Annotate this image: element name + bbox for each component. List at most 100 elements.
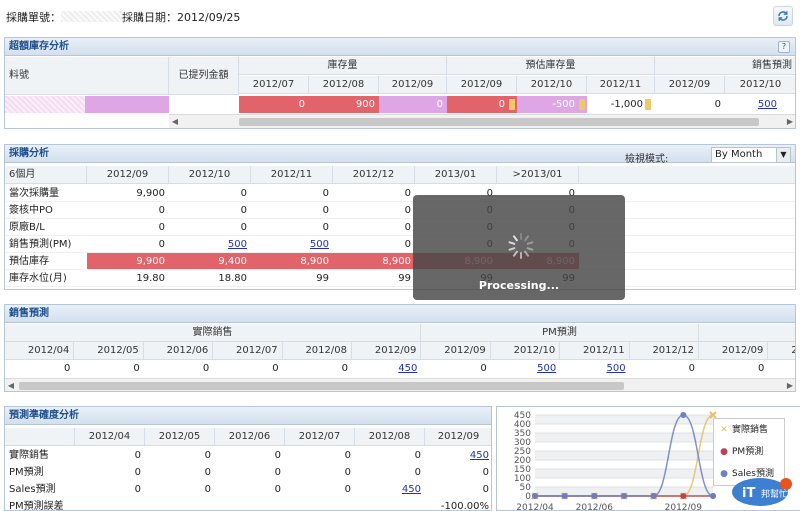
listed-amount-cell [169, 96, 239, 113]
sales-values: 000004500500500000 [5, 360, 795, 378]
overstock-hscrollbar[interactable]: ◀ ▶ [169, 114, 795, 128]
col-month: 2012/10 [768, 342, 795, 360]
value-cell: 9,900 [87, 253, 169, 270]
col-month: 2012/10 [490, 342, 561, 360]
forecast-link[interactable]: 500 [251, 236, 333, 253]
value-cell [355, 498, 425, 510]
x-tick-label: 2012/06 [576, 503, 614, 511]
col-forecast-month: 2012/10 [517, 76, 587, 94]
col-month: 2012/09 [699, 342, 769, 360]
row-label: 當次採購量 [9, 188, 59, 199]
value-cell: 99 [316, 273, 329, 284]
sales-title: 銷售預測 [5, 305, 795, 323]
value-cell: 0 [274, 467, 281, 478]
col-month: 2012/04 [75, 428, 145, 446]
spinner-blade [526, 241, 534, 246]
refresh-icon [778, 11, 788, 21]
group-actual-sales: 實際銷售 [5, 324, 421, 342]
value-cell: 0 [482, 467, 489, 478]
col-stock-month: 2012/09 [379, 76, 447, 94]
value-cell: 0 [482, 484, 489, 495]
forecast-stock-cell: -500 [517, 96, 587, 113]
value-cell: 0 [240, 222, 247, 233]
scroll-thumb[interactable] [239, 118, 759, 126]
value-cell: 0 [272, 363, 279, 374]
svg-text:iT: iT [742, 486, 755, 501]
group-forecast-stock: 預估庫存量 [447, 57, 655, 75]
po-number-masked [61, 11, 123, 22]
group-pm-forecast: PM預測 [421, 324, 699, 342]
col-month: 2012/11 [251, 166, 333, 184]
part-highlight-cell [85, 96, 169, 113]
col-month: 2012/05 [145, 428, 215, 446]
forecast-stock-value: 0 [498, 99, 505, 110]
value-cell: 0 [768, 360, 795, 377]
col-month: 2012/06 [215, 428, 285, 446]
col-month: 2012/11 [560, 342, 630, 360]
help-icon[interactable]: ? [778, 41, 790, 53]
scroll-right-icon[interactable]: ▶ [784, 379, 795, 391]
dot-marker-icon: ● [720, 447, 728, 457]
col-month: 2012/06 [143, 342, 214, 360]
col-month: >2013/01 [497, 166, 579, 184]
sales-link[interactable]: 500 [560, 360, 629, 377]
purchase-rows: 當次採購量9,90000000簽核中PO000000原廠B/L000000銷售預… [5, 185, 795, 289]
col-month: 2012/07 [213, 342, 283, 360]
warning-flag-icon [579, 99, 585, 110]
accuracy-title: 預測準確度分析 [5, 407, 491, 425]
accuracy-link[interactable]: 450 [355, 481, 425, 498]
sales-link[interactable]: 450 [352, 360, 421, 377]
value-cell: 0 [414, 450, 421, 461]
row-label: PM預測 [9, 467, 44, 478]
forecast-stock-value: -500 [552, 99, 575, 110]
value-cell: 0 [688, 363, 695, 374]
refresh-button[interactable] [773, 6, 793, 26]
value-cell: 0 [414, 467, 421, 478]
col-stock-month: 2012/07 [239, 76, 309, 94]
overstock-panel: 超額庫存分析 ? 料號 已提列金額 庫存量 預估庫存量 銷售預測 2012/07… [4, 37, 796, 129]
data-point [532, 493, 538, 499]
scroll-left-icon[interactable]: ◀ [5, 379, 17, 391]
value-cell: 99 [398, 273, 411, 284]
chevron-down-icon[interactable]: ▼ [776, 148, 790, 162]
accuracy-panel: 預測準確度分析 2012/04 2012/05 2012/06 2012/07 … [4, 406, 492, 511]
data-point [591, 493, 598, 499]
sales-hscrollbar[interactable]: ◀ ▶ [5, 378, 795, 391]
dot-marker-icon: ● [720, 469, 728, 479]
forecast-link[interactable]: 500 [169, 236, 251, 253]
accuracy-link[interactable]: 450 [425, 447, 491, 464]
col-month: 2012/09 [352, 342, 422, 360]
scroll-right-icon[interactable]: ▶ [784, 115, 795, 128]
po-date-label: 採購日期： [122, 11, 177, 24]
value-cell: 0 [134, 484, 141, 495]
col-month: 2012/08 [282, 342, 352, 360]
group-sales-forecast: 銷售預測 [655, 57, 795, 75]
col-6-months: 6個月 [5, 166, 87, 184]
spinner-blade [508, 241, 516, 246]
x-tick-label: 2012/04 [516, 503, 554, 511]
spinner-blade [523, 234, 530, 242]
scroll-left-icon[interactable]: ◀ [169, 115, 181, 128]
scroll-thumb[interactable] [19, 382, 624, 390]
col-month: 2012/12 [629, 342, 699, 360]
grid-band [535, 469, 713, 478]
stock-cell: 900 [309, 96, 379, 113]
sales-forecast-link[interactable]: 500 [725, 96, 781, 113]
warning-flag-icon [645, 99, 651, 110]
value-cell: 0 [133, 363, 140, 374]
data-point [680, 412, 687, 418]
group-stock: 庫存量 [239, 57, 447, 75]
spinner-blade [512, 250, 519, 258]
spinner-blade [520, 252, 522, 259]
sales-link[interactable]: 500 [491, 360, 560, 377]
value-cell: 0 [344, 450, 351, 461]
value-cell: 9,900 [136, 188, 165, 199]
value-cell: 0 [274, 450, 281, 461]
view-mode-select[interactable]: By Month ▼ [711, 147, 791, 163]
stock-cell: 0 [239, 96, 309, 113]
part-number-cell[interactable] [5, 96, 85, 113]
po-label-text: 採購單號： [6, 11, 61, 24]
spinner-blade [508, 246, 516, 251]
value-cell: 18.80 [218, 273, 247, 284]
value-cell: 0 [341, 363, 348, 374]
